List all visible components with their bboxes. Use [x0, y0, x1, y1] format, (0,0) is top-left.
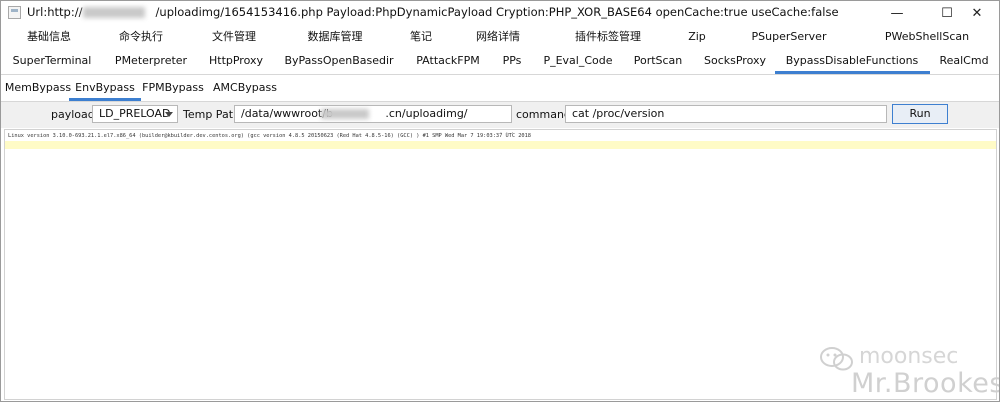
tab-row-1: 基础信息 命令执行 文件管理 数据库管理 笔记 网络详情 插件标签管理 Zip … [1, 25, 999, 49]
minimize-icon: — [890, 5, 904, 21]
tab-psuperserver[interactable]: PSuperServer [752, 25, 827, 49]
chevron-down-icon [165, 112, 173, 117]
run-button[interactable]: Run [892, 104, 948, 124]
wechat-icon [820, 347, 853, 371]
subtab-amcbypass[interactable]: AMCBypass [213, 75, 277, 100]
tab-file-manager[interactable]: 文件管理 [212, 25, 256, 49]
tab-bypassopenbasedir[interactable]: ByPassOpenBasedir [284, 49, 393, 73]
tab-notes[interactable]: 笔记 [410, 25, 432, 49]
tab-zip[interactable]: Zip [688, 25, 706, 49]
tab-httpproxy[interactable]: HttpProxy [209, 49, 263, 73]
tab-pps[interactable]: PPs [503, 49, 522, 73]
output-line: Linux version 3.10.0-693.21.1.el7.x86_64… [8, 133, 531, 139]
app-icon [8, 6, 21, 19]
tab-network-details[interactable]: 网络详情 [476, 25, 520, 49]
tab-portscan[interactable]: PortScan [634, 49, 683, 73]
tab-p-eval-code[interactable]: P_Eval_Code [543, 49, 612, 73]
tab-plugin-manager[interactable]: 插件标签管理 [575, 25, 641, 49]
tab-pwebshellscan[interactable]: PWebShellScan [885, 25, 969, 49]
payload-select[interactable]: LD_PRELOAD [92, 105, 178, 123]
active-subtab-indicator [69, 98, 141, 101]
tab-basic-info[interactable]: 基础信息 [27, 25, 71, 49]
bypass-form: payload LD_PRELOAD Temp Path /data/wwwro… [1, 102, 999, 128]
tab-superterminal[interactable]: SuperTerminal [13, 49, 92, 73]
title-bar[interactable]: Url:http:// /uploadimg/1654153416.php Pa… [1, 1, 999, 25]
bypass-subtab-bar: MemBypass EnvBypass FPMBypass AMCBypass [1, 75, 999, 102]
close-button[interactable]: ✕ [957, 1, 997, 25]
subtab-fpmbypass[interactable]: FPMBypass [142, 75, 204, 100]
redacted-url-blur [83, 7, 145, 18]
watermark-moonsec: moonsec [859, 344, 959, 369]
tab-socksproxy[interactable]: SocksProxy [704, 49, 766, 73]
temp-path-label: Temp Path [183, 108, 240, 121]
active-tab-indicator [775, 71, 930, 74]
current-line-highlight [5, 141, 996, 149]
watermark-mrbrookes: Mr.Brookes [851, 368, 1000, 399]
tab-database-manager[interactable]: 数据库管理 [308, 25, 363, 49]
minimize-button[interactable]: — [877, 1, 917, 25]
payload-label: payload [51, 108, 95, 121]
tab-pmeterpreter[interactable]: PMeterpreter [115, 49, 187, 73]
subtab-envbypass[interactable]: EnvBypass [75, 75, 135, 100]
command-label: command [516, 108, 571, 121]
command-input[interactable]: cat /proc/version [565, 105, 887, 123]
redacted-path-blur [321, 109, 369, 119]
payload-value: LD_PRELOAD [99, 107, 171, 120]
app-window: Url:http:// /uploadimg/1654153416.php Pa… [0, 0, 1000, 402]
tab-command-exec[interactable]: 命令执行 [119, 25, 163, 49]
tab-pattackfpm[interactable]: PAttackFPM [416, 49, 480, 73]
maximize-icon: ☐ [941, 5, 953, 21]
tab-realcmd[interactable]: RealCmd [939, 49, 988, 73]
temp-path-input[interactable]: /data/wwwroot/b .cn/uploadimg/ [234, 105, 512, 123]
subtab-membypass[interactable]: MemBypass [5, 75, 71, 100]
close-icon: ✕ [971, 5, 983, 21]
window-title: Url:http:// /uploadimg/1654153416.php Pa… [27, 5, 839, 19]
tab-bypassdisablefunctions[interactable]: BypassDisableFunctions [786, 49, 919, 73]
